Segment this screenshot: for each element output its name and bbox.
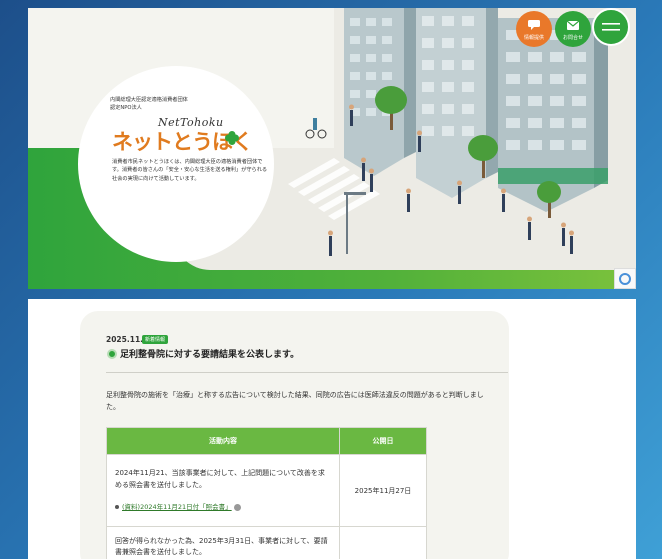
logo-description: 消費者市民ネットとうほくは、内閣総理大臣の適格消費者団体です。消費者の皆さんの「… [112, 159, 268, 182]
news-body: 足利整骨院の施術を「治療」と称する広告について検討した結果、同院の広告には医師法… [106, 391, 484, 411]
table-header-activity: 活動内容 [106, 427, 340, 455]
content-panel: 2025.11.27 新着情報 足利整骨院に対する要請結果を公表します。 足利整… [28, 299, 636, 559]
file-icon [233, 503, 241, 511]
title-divider [106, 372, 508, 373]
activity-table: 活動内容 公開日 2024年11月21、当該事業者に対して、上記問題について改善… [106, 427, 427, 559]
recaptcha-icon [619, 273, 631, 285]
clover-icon [225, 131, 239, 145]
info-provide-button[interactable]: 情報提供 [516, 11, 552, 47]
contact-button[interactable]: お問合せ [555, 11, 591, 47]
recaptcha-badge[interactable] [614, 268, 636, 289]
table-cell-date: 2025年11月27日 [339, 454, 427, 527]
news-title: 足利整骨院に対する要請結果を公表します。 [120, 350, 300, 360]
contact-label: お問合せ [562, 35, 583, 41]
menu-button[interactable] [592, 8, 630, 46]
table-cell-activity: 回答が得られなかった為、2025年3月31日、事業者に対して、要請書兼照会書を送… [106, 526, 340, 559]
logo-org-text: 内閣総理大臣認定適格消費者団体 認定NPO法人 [110, 97, 188, 111]
table-header-date: 公開日 [339, 427, 427, 455]
envelope-icon [567, 21, 579, 30]
news-category-badge: 新着情報 [142, 335, 169, 344]
title-bullet-icon [107, 349, 117, 359]
table-cell-date [339, 526, 427, 559]
speech-bubble-icon [528, 20, 540, 30]
hamburger-icon [602, 23, 620, 31]
table-cell-activity: 2024年11月21、当該事業者に対して、上記問題について改善を求める照会書を送… [106, 454, 340, 527]
attachment-link[interactable]: (資料)2024年11月21日付「照会書」 [115, 502, 331, 514]
info-provide-label: 情報提供 [523, 35, 544, 41]
hero-banner: 内閣総理大臣認定適格消費者団体 認定NPO法人 NetTohoku ネットとうほ… [28, 8, 636, 289]
table-row: 2024年11月21、当該事業者に対して、上記問題について改善を求める照会書を送… [106, 454, 427, 527]
bullet-icon [115, 505, 119, 510]
table-row: 回答が得られなかった為、2025年3月31日、事業者に対して、要請書兼照会書を送… [106, 526, 427, 559]
